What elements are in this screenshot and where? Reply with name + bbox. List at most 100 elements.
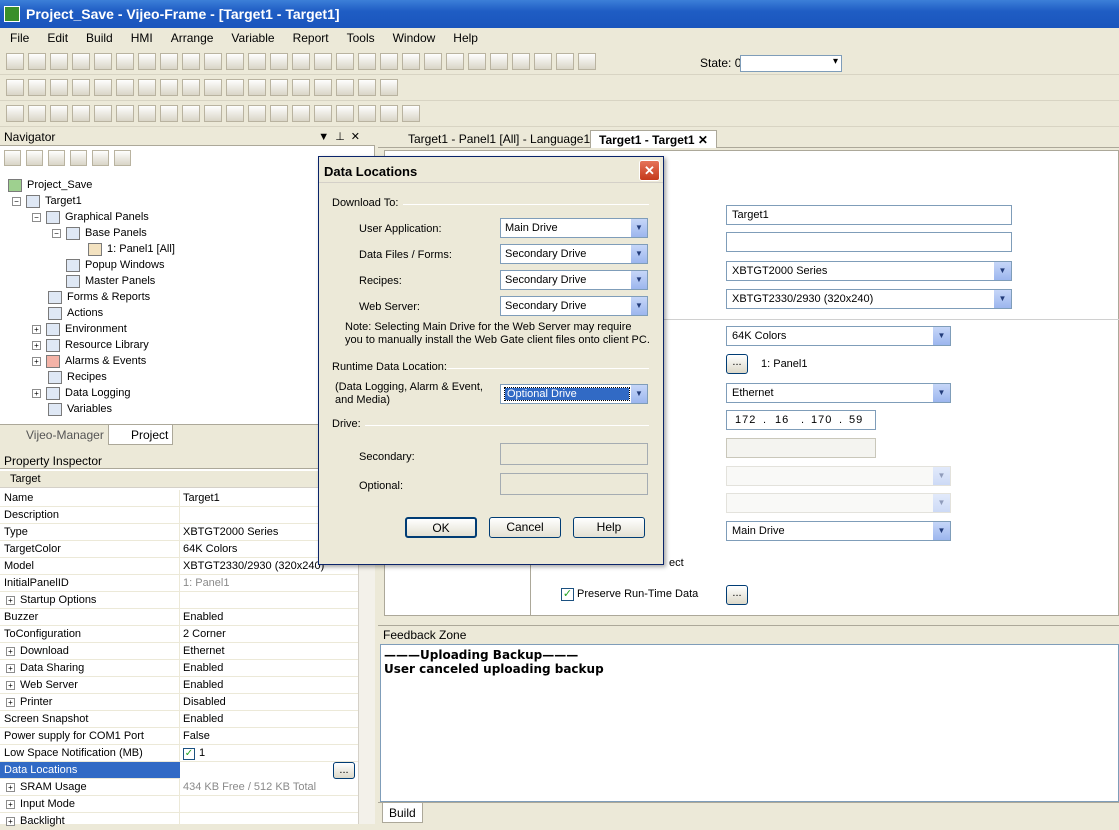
redo-icon[interactable] <box>226 53 244 70</box>
forward-icon[interactable] <box>380 53 398 70</box>
window-icon[interactable] <box>94 79 112 96</box>
expand-icon[interactable]: + <box>6 596 15 605</box>
menu-file[interactable]: File <box>0 31 37 45</box>
help-button[interactable]: Help <box>573 517 645 538</box>
data-location-select[interactable]: Main Drive <box>726 521 951 541</box>
ellipsis-button[interactable]: ... <box>333 762 355 779</box>
expand-icon[interactable]: + <box>6 647 15 656</box>
tab-build[interactable]: Build <box>382 803 423 823</box>
collapse-icon[interactable]: − <box>52 228 61 238</box>
tree-item-resource-library[interactable]: + Resource Library <box>32 337 149 353</box>
close-tab-icon[interactable]: ✕ <box>698 133 708 147</box>
property-value-field[interactable] <box>180 762 358 779</box>
stop-icon[interactable] <box>402 53 420 70</box>
expand-icon[interactable]: + <box>6 817 15 826</box>
undo-icon[interactable] <box>204 53 222 70</box>
pin-icon[interactable]: ⊥ <box>335 131 351 143</box>
menu-arrange[interactable]: Arrange <box>161 31 222 45</box>
expand-icon[interactable]: + <box>32 388 41 398</box>
image-icon[interactable] <box>204 105 222 122</box>
check-icon[interactable] <box>94 53 112 70</box>
preserve-settings-button[interactable]: ... <box>726 585 748 605</box>
tab-vijeo-manager[interactable]: Vijeo-Manager <box>4 425 108 445</box>
lamp-icon[interactable] <box>248 105 266 122</box>
align-bottom-icon[interactable] <box>336 79 354 96</box>
tree-item-environment[interactable]: + Environment <box>32 321 127 337</box>
expand-icon[interactable]: + <box>6 681 15 690</box>
close-icon[interactable]: ✕ <box>639 160 660 181</box>
property-value[interactable]: Enabled <box>183 662 223 674</box>
zoom-icon[interactable] <box>50 79 68 96</box>
tree-item-recipes[interactable]: Recipes <box>48 369 107 385</box>
binoculars-icon[interactable] <box>160 53 178 70</box>
property-row[interactable]: InitialPanelID 1: Panel1 <box>0 575 358 592</box>
build-icon[interactable] <box>116 53 134 70</box>
tree-item-alarms-events[interactable]: + Alarms & Events <box>32 353 146 369</box>
property-row[interactable]: TargetColor 64K Colors <box>0 541 358 558</box>
property-row[interactable]: + Startup Options <box>0 592 358 609</box>
flip-icon[interactable] <box>204 79 222 96</box>
menu-edit[interactable]: Edit <box>37 31 76 45</box>
meter-icon[interactable] <box>314 105 332 122</box>
initial-panel-button[interactable]: ... <box>726 354 748 374</box>
circle-icon[interactable] <box>116 105 134 122</box>
open-icon[interactable] <box>28 53 46 70</box>
user-app-select[interactable]: Main Drive <box>500 218 648 238</box>
page-icon[interactable] <box>468 53 486 70</box>
property-value[interactable]: 1: Panel1 <box>183 577 229 589</box>
record-icon[interactable] <box>72 79 90 96</box>
text-tool-icon[interactable] <box>182 105 200 122</box>
property-row[interactable]: + Web Server Enabled <box>0 677 358 694</box>
alarm-icon[interactable] <box>358 105 376 122</box>
align-top-icon[interactable] <box>292 79 310 96</box>
table-icon[interactable] <box>402 105 420 122</box>
property-value[interactable]: XBTGT2000 Series <box>183 526 278 538</box>
menu-report[interactable]: Report <box>283 31 337 45</box>
collapse-icon[interactable]: − <box>32 212 41 222</box>
property-row[interactable]: Name Target1 <box>0 490 358 507</box>
tree-item-graphical-panels[interactable]: − Graphical Panels <box>32 209 149 225</box>
property-row-selected[interactable]: Data Locations... <box>0 762 358 779</box>
property-value[interactable]: Enabled <box>183 679 223 691</box>
property-row[interactable]: Power supply for COM1 Port False <box>0 728 358 745</box>
tree-item-project[interactable]: Project_Save <box>8 177 92 193</box>
menu-window[interactable]: Window <box>383 31 444 45</box>
transfer-icon[interactable] <box>182 53 200 70</box>
checkbox-checked-icon[interactable]: ✓ <box>183 748 195 760</box>
name-field[interactable]: Target1 <box>726 205 1012 225</box>
data-files-select[interactable]: Secondary Drive <box>500 244 648 264</box>
property-row[interactable]: + SRAM Usage 434 KB Free / 512 KB Total <box>0 779 358 796</box>
rotate-icon[interactable] <box>182 79 200 96</box>
tree-item-variables[interactable]: Variables <box>48 401 112 417</box>
property-row[interactable]: Low Space Notification (MB) ✓ 1 <box>0 745 358 762</box>
recipes-select[interactable]: Secondary Drive <box>500 270 648 290</box>
property-value[interactable]: 2 Corner <box>183 628 226 640</box>
pie-icon[interactable] <box>336 105 354 122</box>
text-icon[interactable] <box>336 53 354 70</box>
paste-icon[interactable] <box>292 53 310 70</box>
property-row[interactable]: + Data Sharing Enabled <box>0 660 358 677</box>
save-icon[interactable] <box>50 53 68 70</box>
refresh-icon[interactable] <box>424 53 442 70</box>
minus-icon[interactable] <box>556 53 574 70</box>
cut-icon[interactable] <box>248 53 266 70</box>
group-icon[interactable] <box>138 79 156 96</box>
layers-icon[interactable] <box>116 79 134 96</box>
grid-icon[interactable] <box>6 79 24 96</box>
switch-tool-icon[interactable] <box>226 105 244 122</box>
property-row[interactable]: + Printer Disabled <box>0 694 358 711</box>
tree-item-forms-reports[interactable]: Forms & Reports <box>48 289 150 305</box>
new-icon[interactable] <box>6 53 24 70</box>
polygon-icon[interactable] <box>160 105 178 122</box>
switch-icon[interactable] <box>512 53 530 70</box>
print-icon[interactable] <box>72 53 90 70</box>
expand-icon[interactable]: + <box>6 800 15 809</box>
property-row[interactable]: Buzzer Enabled <box>0 609 358 626</box>
property-value[interactable]: Enabled <box>183 611 223 623</box>
model-select[interactable]: XBTGT2330/2930 (320x240) <box>726 289 1012 309</box>
property-row[interactable]: Screen Snapshot Enabled <box>0 711 358 728</box>
property-row[interactable]: + Input Mode <box>0 796 358 813</box>
arc-icon[interactable] <box>138 105 156 122</box>
select-arrow-icon[interactable] <box>6 105 24 122</box>
tree-item-panel1[interactable]: 1: Panel1 [All] <box>88 241 175 257</box>
